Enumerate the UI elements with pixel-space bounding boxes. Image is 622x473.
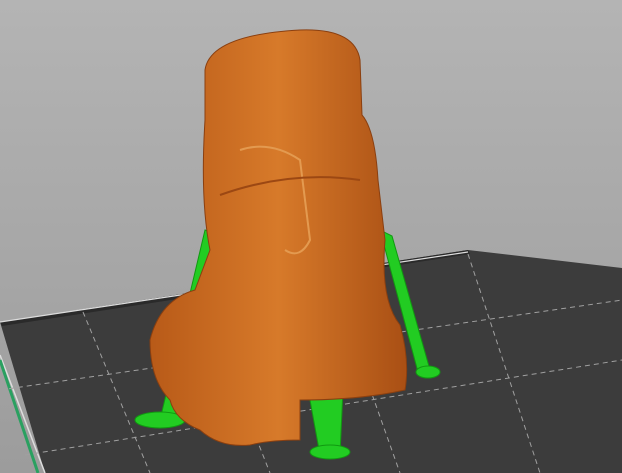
3d-viewport[interactable] [0, 0, 622, 473]
model-moai-head [149, 29, 408, 446]
